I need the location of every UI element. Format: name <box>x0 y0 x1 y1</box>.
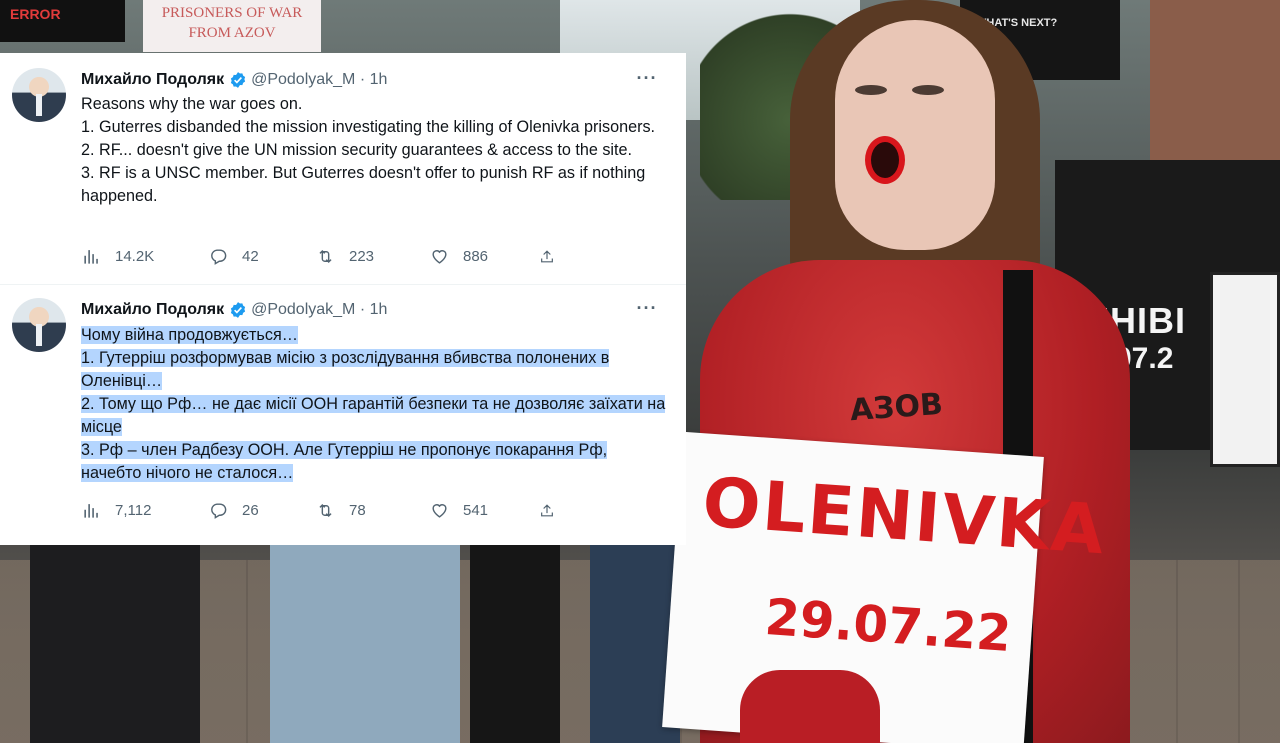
tweet[interactable]: Михайло Подоляк @Podolyak_M · 1h ··· Чом… <box>0 284 686 546</box>
retweet-icon <box>319 249 332 263</box>
avatar[interactable] <box>12 68 66 122</box>
tweet-line: 3. Рф – член Радбезу ООН. Але Гутерріш н… <box>81 441 608 482</box>
author-name[interactable]: Михайло Подоляк <box>81 71 224 89</box>
tweet-line: 1. Гутерріш розформував місію з розсліду… <box>81 349 610 390</box>
avatar[interactable] <box>12 298 66 352</box>
tweet-card: Михайло Подоляк @Podolyak_M · 1h ··· Rea… <box>0 53 686 545</box>
tweet-actions: 7,112 26 78 541 <box>82 499 569 521</box>
share-button[interactable] <box>539 247 569 266</box>
reply-count: 26 <box>242 501 259 519</box>
tweet-line: Чому війна продовжується… <box>81 326 298 344</box>
tweet-actions: 14.2K 42 223 886 <box>82 245 569 267</box>
tweet-line: 2. RF... doesn't give the UN mission sec… <box>81 141 633 159</box>
retweet-count: 78 <box>349 501 366 519</box>
tweet-text: Reasons why the war goes on. 1. Guterres… <box>81 93 671 208</box>
tweet-text-selected: Чому війна продовжується… 1. Гутерріш ро… <box>81 324 671 485</box>
tweet-header: Михайло Подоляк @Podolyak_M · 1h <box>81 299 387 321</box>
protester <box>270 545 460 743</box>
views-count: 7,112 <box>115 501 152 519</box>
tweet-header: Михайло Подоляк @Podolyak_M · 1h <box>81 69 387 91</box>
reply-icon <box>211 502 227 519</box>
hands <box>740 670 880 743</box>
share-icon <box>541 249 553 262</box>
views-button[interactable]: 7,112 <box>82 501 209 520</box>
heart-icon <box>432 503 447 518</box>
reply-button[interactable]: 42 <box>209 247 316 266</box>
tweet-line: 3. RF is a UNSC member. But Guterres doe… <box>81 164 646 205</box>
like-count: 541 <box>463 501 489 519</box>
retweet-button[interactable]: 223 <box>316 247 430 266</box>
tweet[interactable]: Михайло Подоляк @Podolyak_M · 1h ··· Rea… <box>0 53 686 284</box>
heart-icon <box>432 249 447 264</box>
woman-eye <box>912 85 944 95</box>
verified-badge-icon <box>230 302 246 318</box>
shirt-text: АЗОВ <box>848 386 945 429</box>
woman-mouth <box>865 136 905 184</box>
author-name[interactable]: Михайло Подоляк <box>81 301 224 319</box>
protest-sign: ERROR <box>0 0 125 42</box>
reply-button[interactable]: 26 <box>209 501 316 520</box>
views-count: 14.2K <box>115 247 155 265</box>
placard-line: 29.07.22 <box>763 587 1014 664</box>
views-icon <box>84 249 98 264</box>
retweet-button[interactable]: 78 <box>316 501 430 520</box>
views-icon <box>84 503 98 518</box>
tweet-line: 2. Тому що Рф… не дає місії ООН гарантій… <box>81 395 666 436</box>
retweet-icon <box>319 503 332 517</box>
tweet-line: 1. Guterres disbanded the mission invest… <box>81 118 656 136</box>
share-icon <box>541 503 553 516</box>
retweet-count: 223 <box>349 247 375 265</box>
like-button[interactable]: 886 <box>430 247 539 266</box>
author-handle-time[interactable]: @Podolyak_M · 1h <box>251 301 387 319</box>
more-options-icon[interactable]: ··· <box>636 299 658 323</box>
protest-sign <box>1210 272 1280 467</box>
woman-face <box>835 20 995 250</box>
protester <box>30 545 200 743</box>
tweet-line: Reasons why the war goes on. <box>81 95 303 113</box>
author-handle-time[interactable]: @Podolyak_M · 1h <box>251 71 387 89</box>
sign-line: PRISONERS OF WAR <box>161 5 303 21</box>
protest-sign: PRISONERS OF WAR FROM AZOV <box>143 0 321 52</box>
like-count: 886 <box>463 247 489 265</box>
like-button[interactable]: 541 <box>430 501 539 520</box>
protester <box>470 545 560 743</box>
verified-badge-icon <box>230 72 246 88</box>
woman-eye <box>855 85 887 95</box>
more-options-icon[interactable]: ··· <box>636 69 658 93</box>
views-button[interactable]: 14.2K <box>82 247 209 266</box>
sign-line: FROM AZOV <box>188 25 276 41</box>
reply-count: 42 <box>242 247 259 265</box>
reply-icon <box>211 248 227 265</box>
share-button[interactable] <box>539 501 569 520</box>
